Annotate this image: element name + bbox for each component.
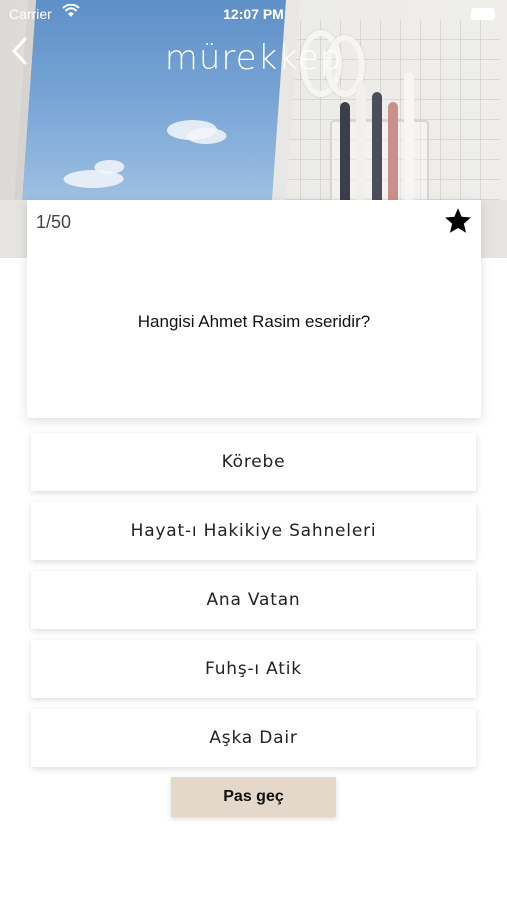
battery-icon xyxy=(471,8,495,20)
clock: 12:07 PM xyxy=(223,6,284,22)
status-bar: Carrier 12:07 PM xyxy=(0,0,507,28)
answer-option[interactable]: Hayat-ı Hakikiye Sahneleri xyxy=(31,502,476,560)
window-decoration xyxy=(11,0,301,230)
answer-option[interactable]: Aşka Dair xyxy=(31,709,476,767)
page-title: mürekkep xyxy=(164,38,343,78)
question-counter: 1/50 xyxy=(36,212,72,232)
question-card: 1/50 Hangisi Ahmet Rasim eseridir? xyxy=(27,200,481,418)
pass-button[interactable]: Pas geç xyxy=(171,777,336,817)
star-icon xyxy=(445,208,471,233)
question-text: Hangisi Ahmet Rasim eseridir? xyxy=(137,312,371,331)
answer-option[interactable]: Ana Vatan xyxy=(31,571,476,629)
favorite-button[interactable] xyxy=(443,206,473,241)
answer-option[interactable]: Fuhş-ı Atik xyxy=(31,640,476,698)
answer-list: Körebe Hayat-ı Hakikiye Sahneleri Ana Va… xyxy=(31,433,476,778)
answer-option[interactable]: Körebe xyxy=(31,433,476,491)
